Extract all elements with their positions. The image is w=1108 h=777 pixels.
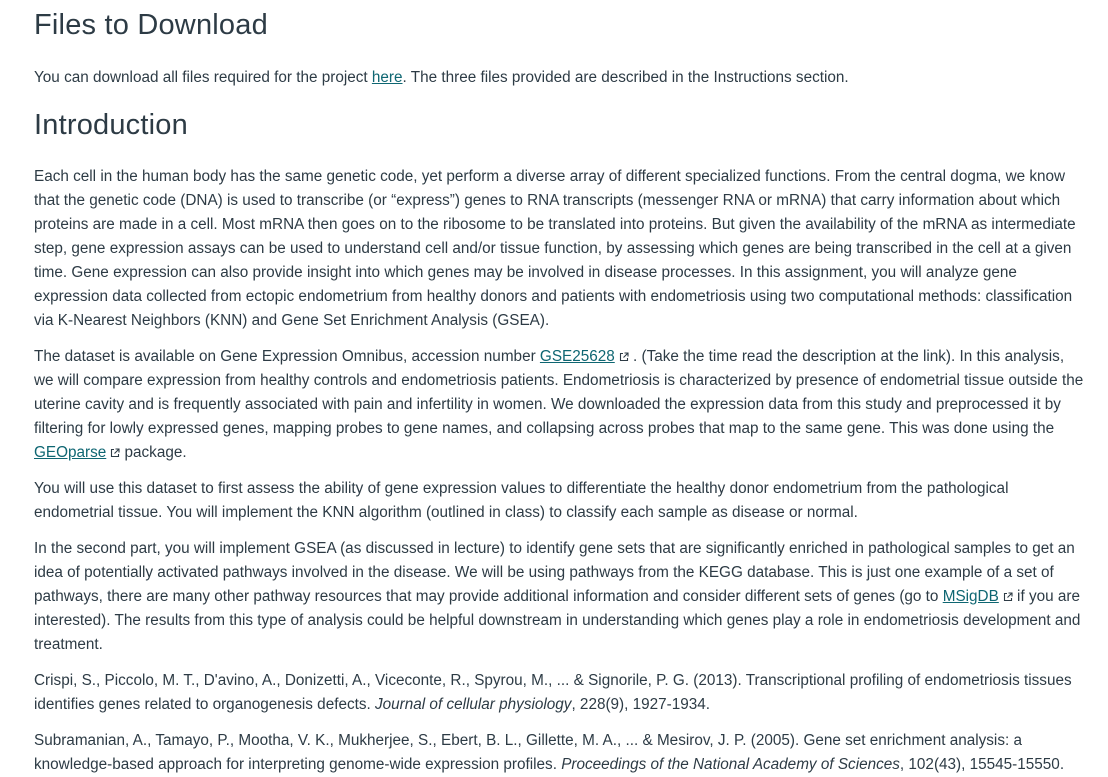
intro-paragraph-1: Each cell in the human body has the same… (34, 168, 1076, 329)
intro-paragraph-2: The dataset is available on Gene Express… (34, 345, 1086, 465)
reference-2-tail: , 102(43), 15545-15550. (899, 756, 1065, 773)
files-text-before: You can download all files required for … (34, 69, 372, 86)
reference-2-journal: Proceedings of the National Academy of S… (561, 756, 900, 773)
intro-paragraph-3: You will use this dataset to first asses… (34, 480, 1009, 521)
files-paragraph: You can download all files required for … (34, 66, 1086, 90)
intro-paragraph-4: In the second part, you will implement G… (34, 537, 1086, 657)
p2-text-a: The dataset is available on Gene Express… (34, 348, 540, 365)
introduction-heading: Introduction (34, 109, 188, 141)
msigdb-link[interactable]: MSigDB (943, 588, 999, 605)
external-link-icon (110, 448, 120, 458)
external-link-icon (1003, 592, 1013, 602)
files-text-after: . The three files provided are described… (402, 69, 849, 86)
page-content: Files to Download You can download all f… (34, 0, 1086, 777)
gse25628-link[interactable]: GSE25628 (540, 348, 615, 365)
download-here-link[interactable]: here (372, 69, 403, 86)
p4-text-a: In the second part, you will implement G… (34, 540, 1075, 605)
p2-text-c: package. (120, 444, 187, 461)
external-link-icon (619, 352, 629, 362)
files-heading: Files to Download (34, 9, 268, 41)
reference-1: Crispi, S., Piccolo, M. T., D'avino, A.,… (34, 669, 1086, 717)
reference-1-journal: Journal of cellular physiology (375, 696, 572, 713)
reference-1-tail: , 228(9), 1927-1934. (571, 696, 711, 713)
geoparse-link[interactable]: GEOparse (34, 444, 106, 461)
reference-2: Subramanian, A., Tamayo, P., Mootha, V. … (34, 729, 1086, 777)
